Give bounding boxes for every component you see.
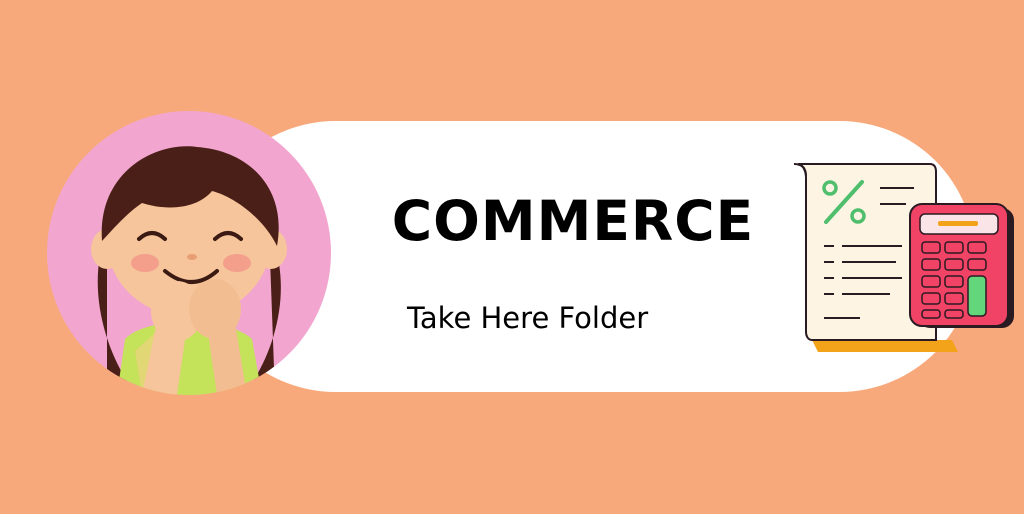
receipt-bottom-edge [812, 340, 958, 352]
nose [187, 254, 197, 260]
avatar-circle [47, 111, 331, 395]
smiling-girl-illustration-icon [47, 111, 331, 395]
commerce-illustration [790, 158, 1020, 358]
calculator-icon [909, 203, 1014, 328]
calculator-key-equals [967, 275, 987, 317]
banner-canvas: COMMERCE Take Here Folder [0, 0, 1024, 514]
cheek-right [223, 254, 251, 272]
calculator-screen-bar [938, 221, 978, 226]
page-title: COMMERCE [391, 189, 755, 253]
folder-link-text[interactable]: Take Here Folder [407, 298, 648, 338]
cheek-left [131, 254, 159, 272]
